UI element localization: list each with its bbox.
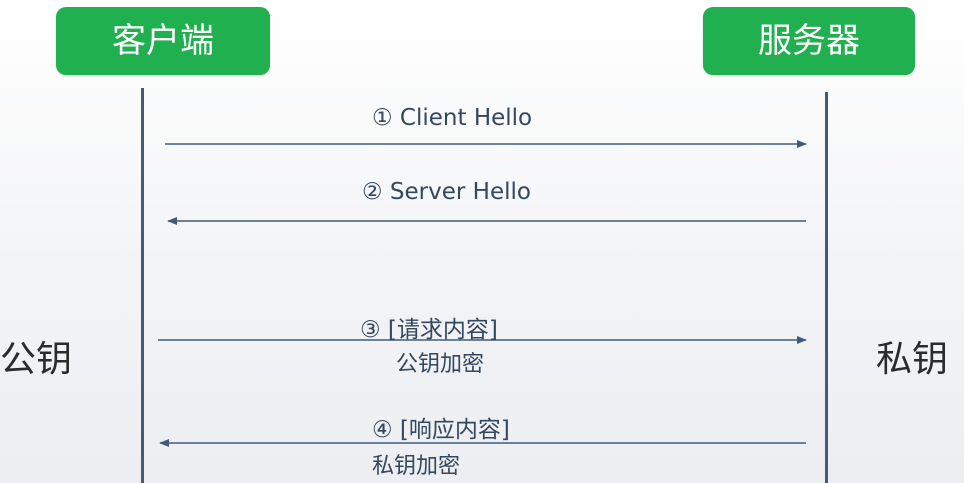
message-3-note: 公钥加密 <box>396 352 485 377</box>
message-4-label: ④ [响应内容] <box>372 417 510 443</box>
server-key-label: 私钥 <box>876 339 949 380</box>
message-4-note: 私钥加密 <box>372 454 461 479</box>
message-3-label: ③ [请求内容] <box>360 317 498 343</box>
message-1-label: ① Client Hello <box>372 105 533 131</box>
message-2-label: ② Server Hello <box>362 179 531 205</box>
client-key-label: 公钥 <box>0 339 73 380</box>
